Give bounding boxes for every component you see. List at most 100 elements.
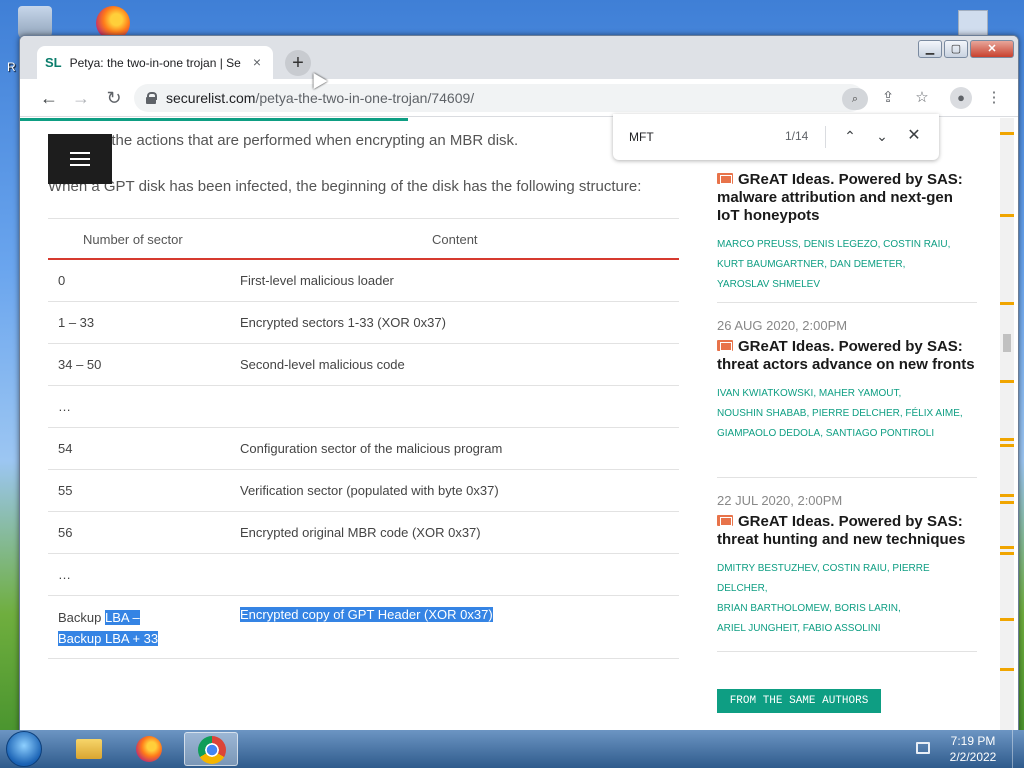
- post-authors: DMITRY BESTUZHEV, COSTIN RAIU, PIERRE DE…: [717, 563, 930, 634]
- post-title-text[interactable]: GReAT Ideas. Powered by SAS: threat hunt…: [717, 513, 965, 548]
- share-icon[interactable]: ⇪: [878, 88, 898, 108]
- find-bar: 1/14 ⌃ ⌄ ✕: [613, 114, 939, 160]
- author-link[interactable]: SANTIAGO PONTIROLI: [826, 428, 934, 439]
- author-link[interactable]: BORIS LARIN: [835, 603, 898, 614]
- divider: [717, 302, 977, 303]
- taskbar: 7:19 PM 2/2/2022: [0, 730, 1024, 768]
- sector-cell: 1 – 33: [58, 315, 95, 330]
- find-input[interactable]: [629, 129, 779, 145]
- author-link[interactable]: MARCO PREUSS: [717, 239, 798, 250]
- show-desktop-button[interactable]: [1012, 730, 1024, 768]
- find-previous-icon[interactable]: ⌃: [839, 125, 861, 147]
- presentation-icon: [717, 173, 733, 184]
- table-row: 55 Verification sector (populated with b…: [48, 470, 679, 512]
- presentation-icon: [717, 340, 733, 351]
- reading-progress-bar: [20, 118, 408, 121]
- post-authors: MARCO PREUSS, DENIS LEGEZO, COSTIN RAIU,…: [717, 239, 951, 290]
- author-link[interactable]: KURT BAUMGARTNER: [717, 259, 824, 270]
- taskbar-firefox-icon[interactable]: [122, 732, 176, 766]
- close-window-button[interactable]: ✕: [970, 40, 1014, 58]
- find-match-marker: [1000, 132, 1014, 135]
- network-icon[interactable]: [916, 742, 930, 754]
- related-post[interactable]: 26 AUG 2020, 2:00PM GReAT Ideas. Powered…: [717, 318, 977, 444]
- securelist-favicon-icon: SL: [45, 55, 62, 70]
- sector-cell: 0: [58, 273, 66, 288]
- content-cell: First-level malicious loader: [240, 273, 394, 288]
- reload-button[interactable]: ↻: [103, 87, 125, 109]
- author-link[interactable]: ARIEL JUNGHEIT: [717, 623, 797, 634]
- find-match-marker: [1000, 618, 1014, 621]
- table-row: 34 – 50 Second-level malicious code: [48, 344, 679, 386]
- author-link[interactable]: NOUSHIN SHABAB: [717, 408, 806, 419]
- table-row: 1 – 33 Encrypted sectors 1-33 (XOR 0x37): [48, 302, 679, 344]
- tab-petya-article[interactable]: SL Petya: the two-in-one trojan | Se ×: [37, 46, 273, 79]
- browser-window: SL Petya: the two-in-one trojan | Se × +…: [19, 35, 1019, 735]
- tab-close-icon[interactable]: ×: [249, 54, 265, 70]
- author-link[interactable]: FÉLIX AIME: [905, 408, 959, 419]
- author-link[interactable]: DMITRY BESTUZHEV: [717, 563, 817, 574]
- cell-text: Backup: [58, 610, 105, 625]
- back-button[interactable]: ←: [38, 87, 60, 109]
- content-cell: Verification sector (populated with byte…: [240, 483, 499, 498]
- table-row: 54 Configuration sector of the malicious…: [48, 428, 679, 470]
- divider: [825, 126, 826, 148]
- clock-date[interactable]: 2/2/2022: [948, 750, 998, 764]
- hamburger-menu-button[interactable]: [48, 134, 112, 184]
- desktop-label-fragment: R: [7, 60, 16, 74]
- author-link[interactable]: BRIAN BARTHOLOMEW: [717, 603, 829, 614]
- table-row: …: [48, 386, 679, 428]
- address-bar[interactable]: securelist.com /petya-the-two-in-one-tro…: [134, 84, 864, 112]
- find-in-page-icon[interactable]: ⌕: [842, 88, 868, 110]
- find-match-marker: [1000, 444, 1014, 447]
- lock-icon[interactable]: [146, 92, 157, 104]
- post-title-text[interactable]: GReAT Ideas. Powered by SAS: malware att…: [717, 171, 963, 224]
- vertical-scrollbar[interactable]: [1000, 118, 1014, 734]
- title-bar: SL Petya: the two-in-one trojan | Se × +…: [20, 36, 1018, 79]
- find-close-icon[interactable]: ✕: [903, 125, 925, 147]
- minimize-button[interactable]: ▁: [918, 40, 942, 58]
- taskbar-explorer-icon[interactable]: [62, 732, 116, 766]
- column-header: Number of sector: [83, 232, 183, 247]
- post-title-text[interactable]: GReAT Ideas. Powered by SAS: threat acto…: [717, 338, 975, 373]
- related-post[interactable]: 22 JUL 2020, 2:00PM GReAT Ideas. Powered…: [717, 493, 977, 639]
- author-link[interactable]: MAHER YAMOUT: [819, 388, 899, 399]
- post-title[interactable]: GReAT Ideas. Powered by SAS: threat acto…: [717, 338, 977, 374]
- profile-avatar-icon[interactable]: ●: [950, 87, 972, 109]
- new-tab-button[interactable]: +: [285, 50, 311, 76]
- content-cell: Configuration sector of the malicious pr…: [240, 441, 503, 456]
- related-post[interactable]: GReAT Ideas. Powered by SAS: malware att…: [717, 166, 977, 295]
- same-authors-button[interactable]: FROM THE SAME AUTHORS: [717, 689, 881, 713]
- post-authors: IVAN KWIATKOWSKI, MAHER YAMOUT, NOUSHIN …: [717, 388, 963, 439]
- author-link[interactable]: COSTIN RAIU: [883, 239, 947, 250]
- taskbar-chrome-icon[interactable]: [184, 732, 238, 766]
- url-path: /petya-the-two-in-one-trojan/74609/: [255, 90, 475, 106]
- maximize-button[interactable]: ▢: [944, 40, 968, 58]
- author-link[interactable]: DENIS LEGEZO: [804, 239, 878, 250]
- find-match-marker: [1000, 438, 1014, 441]
- author-link[interactable]: GIAMPAOLO DEDOLA: [717, 428, 820, 439]
- scrollbar-thumb[interactable]: [1003, 334, 1011, 352]
- bookmark-star-icon[interactable]: ☆: [912, 88, 932, 108]
- author-link[interactable]: IVAN KWIATKOWSKI: [717, 388, 813, 399]
- find-match-marker: [1000, 214, 1014, 217]
- find-next-icon[interactable]: ⌄: [871, 125, 893, 147]
- sector-cell: …: [58, 399, 71, 414]
- author-link[interactable]: FABIO ASSOLINI: [803, 623, 881, 634]
- author-link[interactable]: YAROSLAV SHMELEV: [717, 279, 820, 290]
- start-button[interactable]: [6, 731, 42, 767]
- post-title[interactable]: GReAT Ideas. Powered by SAS: threat hunt…: [717, 513, 977, 549]
- article-paragraph: When a GPT disk has been infected, the b…: [48, 178, 642, 195]
- clock-time[interactable]: 7:19 PM: [948, 734, 998, 748]
- table-row: 0 First-level malicious loader: [48, 260, 679, 302]
- find-match-marker: [1000, 380, 1014, 383]
- author-link[interactable]: DAN DEMETER: [830, 259, 903, 270]
- table-header: Number of sector Content: [48, 218, 679, 260]
- presentation-icon: [717, 515, 733, 526]
- post-title[interactable]: GReAT Ideas. Powered by SAS: malware att…: [717, 171, 977, 225]
- selected-text: Backup LBA + 33: [58, 631, 159, 646]
- menu-dots-icon[interactable]: ⋮: [984, 88, 1004, 108]
- author-link[interactable]: COSTIN RAIU: [822, 563, 886, 574]
- author-link[interactable]: PIERRE DELCHER: [812, 408, 900, 419]
- sector-cell: …: [58, 567, 71, 582]
- forward-button[interactable]: →: [70, 87, 92, 109]
